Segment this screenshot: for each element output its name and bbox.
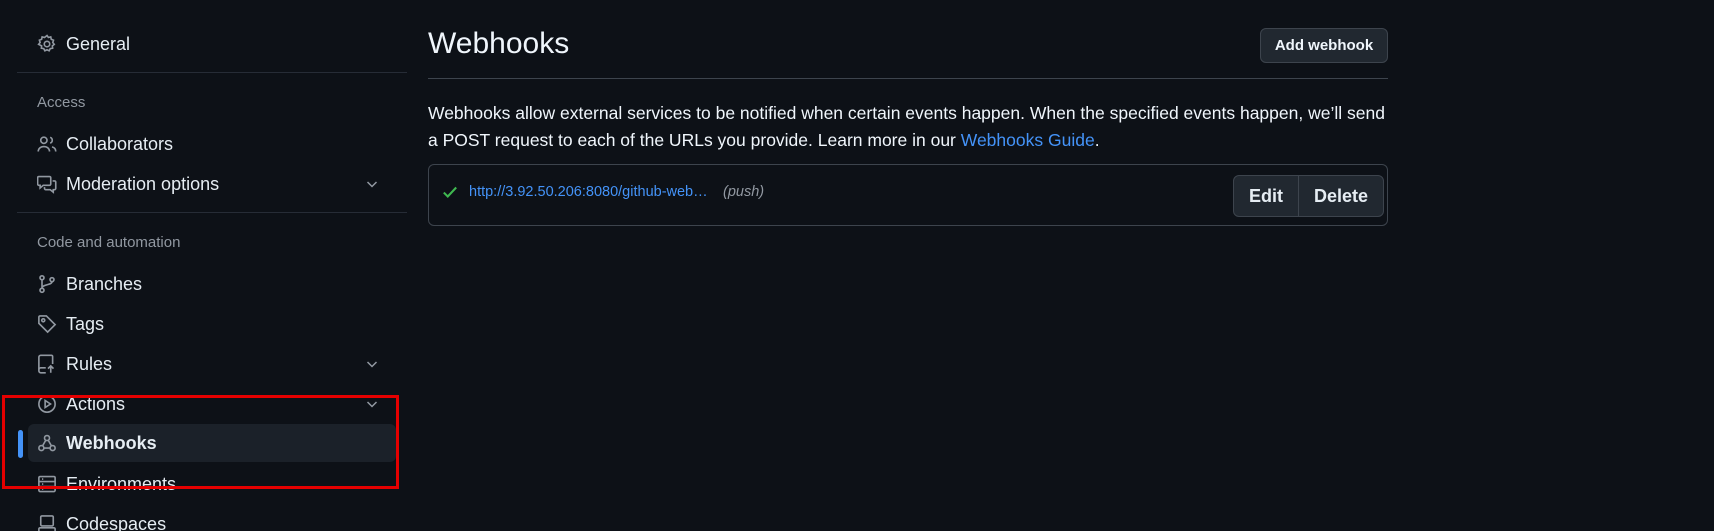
webhook-url-link[interactable]: http://3.92.50.206:8080/github-web…: [469, 184, 708, 200]
page-title: Webhooks: [428, 27, 570, 60]
sidebar-item-rules[interactable]: Rules: [28, 345, 396, 383]
sidebar-item-label: Actions: [66, 393, 126, 414]
chevron-down-icon[interactable]: [364, 356, 380, 372]
repo-push-icon: [37, 354, 57, 374]
sidebar-item-label: Tags: [66, 313, 105, 334]
codespaces-icon: [37, 514, 57, 531]
description-text: Webhooks allow external services to be n…: [428, 103, 1385, 150]
active-indicator: [18, 430, 23, 458]
sidebar-item-label: Codespaces: [66, 513, 167, 531]
sidebar-item-label: Branches: [66, 273, 143, 294]
people-icon: [37, 134, 57, 154]
sidebar-item-environments[interactable]: Environments: [28, 465, 396, 503]
git-branch-icon: [37, 274, 57, 294]
add-webhook-button[interactable]: Add webhook: [1260, 28, 1388, 63]
tag-icon: [37, 314, 57, 334]
comment-discussion-icon: [37, 174, 57, 194]
webhook-icon: [37, 433, 57, 453]
sidebar-item-moderation-options[interactable]: Moderation options: [28, 165, 396, 203]
section-heading-access: Access: [37, 94, 86, 111]
sidebar-item-label: Webhooks: [66, 432, 157, 453]
settings-page: General Access Collaborators Moderation …: [0, 0, 1714, 531]
sidebar-item-webhooks[interactable]: Webhooks: [28, 424, 396, 462]
sidebar-divider: [17, 72, 407, 73]
description-end: .: [1094, 130, 1100, 150]
delete-button[interactable]: Delete: [1298, 176, 1383, 216]
sidebar-item-label: Rules: [66, 353, 113, 374]
sidebar-divider: [17, 212, 407, 213]
webhook-list-item: http://3.92.50.206:8080/github-web… (pus…: [428, 164, 1388, 226]
chevron-down-icon[interactable]: [364, 176, 380, 192]
sidebar-item-label: Moderation options: [66, 173, 220, 194]
webhooks-guide-link[interactable]: Webhooks Guide: [961, 130, 1095, 150]
section-heading-code-automation: Code and automation: [37, 234, 181, 251]
webhooks-description: Webhooks allow external services to be n…: [428, 100, 1388, 154]
sidebar-item-branches[interactable]: Branches: [28, 265, 396, 303]
sidebar-item-actions[interactable]: Actions: [28, 385, 396, 423]
server-icon: [37, 474, 57, 494]
check-icon: [441, 183, 459, 201]
sidebar-item-general[interactable]: General: [28, 25, 396, 63]
sidebar-item-label: General: [66, 33, 131, 54]
webhook-event: (push): [723, 184, 765, 200]
play-icon: [37, 394, 57, 414]
header-divider: [428, 78, 1388, 79]
edit-button[interactable]: Edit: [1234, 176, 1298, 216]
gear-icon: [37, 34, 57, 54]
sidebar-item-codespaces[interactable]: Codespaces: [28, 505, 396, 531]
chevron-down-icon[interactable]: [364, 396, 380, 412]
sidebar-item-tags[interactable]: Tags: [28, 305, 396, 343]
sidebar-item-label: Collaborators: [66, 133, 174, 154]
webhook-actions: Edit Delete: [1233, 175, 1385, 217]
sidebar-item-label: Environments: [66, 473, 177, 494]
sidebar-item-collaborators[interactable]: Collaborators: [28, 125, 396, 163]
